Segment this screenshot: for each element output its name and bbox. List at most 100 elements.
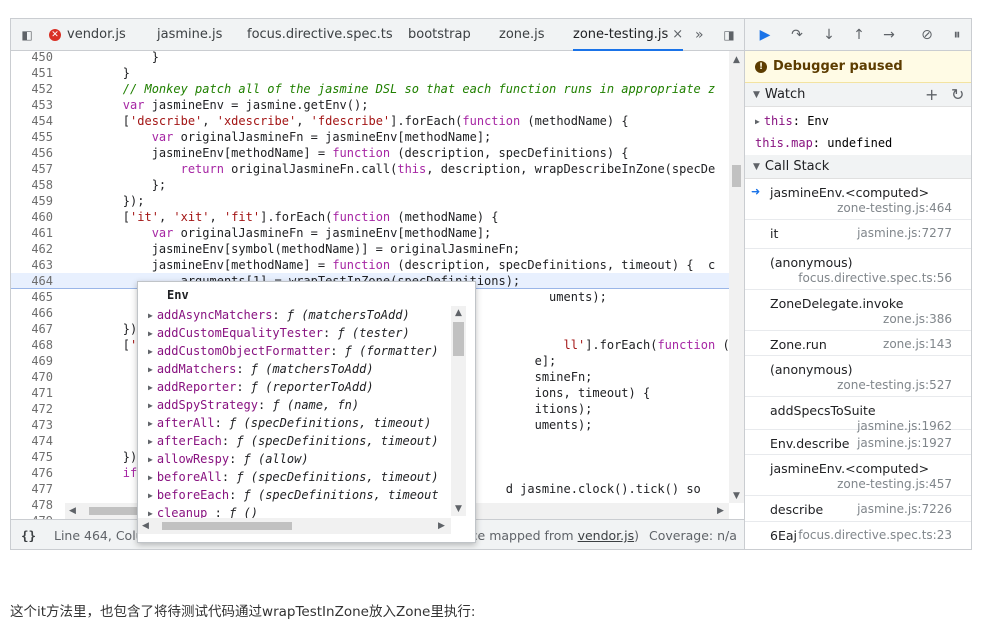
editor-vertical-scrollbar[interactable]: ▲ ▼: [729, 51, 744, 503]
popover-property-row[interactable]: ▶ allowRespy: ƒ (allow): [148, 450, 448, 468]
line-number[interactable]: 474: [11, 433, 53, 449]
line-number[interactable]: 454: [11, 113, 53, 129]
code-line[interactable]: 455 var originalJasmineFn = jasmineEnv[m…: [11, 129, 744, 145]
line-number[interactable]: 465: [11, 289, 53, 305]
line-number[interactable]: 456: [11, 145, 53, 161]
popover-property-row[interactable]: ▶ beforeEach: ƒ (specDefinitions, timeout: [148, 486, 448, 504]
pretty-print-button[interactable]: {}: [21, 520, 36, 549]
scroll-down-icon[interactable]: ▼: [455, 504, 462, 514]
call-stack-frame[interactable]: describe jasmine.js:7226: [745, 496, 971, 522]
frame-location[interactable]: focus.directive.spec.ts:56: [798, 271, 952, 285]
popover-property-row[interactable]: ▶ addSpyStrategy: ƒ (name, fn): [148, 396, 448, 414]
line-number[interactable]: 466: [11, 305, 53, 321]
line-number[interactable]: 451: [11, 65, 53, 81]
frame-location[interactable]: zone-testing.js:464: [837, 201, 952, 215]
call-stack-frame[interactable]: ➜ jasmineEnv.<computed> zone-testing.js:46…: [745, 179, 971, 220]
frame-location[interactable]: focus.directive.spec.ts:23: [798, 528, 952, 542]
step-over-icon[interactable]: ↷: [787, 25, 807, 45]
call-stack-frame[interactable]: ZoneDelegate.invoke zone.js:386: [745, 290, 971, 331]
line-number[interactable]: 452: [11, 81, 53, 97]
call-stack-frame[interactable]: jasmineEnv.<computed> zone-testing.js:457: [745, 455, 971, 496]
editor-vertical-scroll-thumb[interactable]: [732, 165, 741, 187]
popover-property-row[interactable]: ▶ addAsyncMatchers: ƒ (matchersToAdd): [148, 306, 448, 324]
call-stack-frame[interactable]: Zone.run zone.js:143: [745, 331, 971, 356]
code-line[interactable]: 457 return originalJasmineFn.call(this, …: [11, 161, 744, 177]
line-number[interactable]: 462: [11, 241, 53, 257]
popover-property-row[interactable]: ▶ addCustomObjectFormatter: ƒ (formatter): [148, 342, 448, 360]
refresh-watch-button[interactable]: ↻: [951, 83, 964, 107]
expand-triangle-icon[interactable]: ▶: [148, 473, 153, 482]
tab-4[interactable]: zone.js: [499, 19, 545, 51]
code-line[interactable]: 456 jasmineEnv[methodName] = function (d…: [11, 145, 744, 161]
expand-triangle-icon[interactable]: ▶: [148, 509, 153, 518]
call-stack-frame[interactable]: addSpecsToSuite jasmine.js:1962: [745, 397, 971, 433]
popover-vertical-scrollbar[interactable]: ▲ ▼: [451, 306, 466, 516]
watch-expression[interactable]: ▶ this: Env: [755, 111, 829, 131]
expand-triangle-icon[interactable]: ▶: [148, 437, 153, 446]
expand-triangle-icon[interactable]: ▶: [148, 383, 153, 392]
code-line[interactable]: 454 ['describe', 'xdescribe', 'fdescribe…: [11, 113, 744, 129]
close-icon[interactable]: ×: [672, 27, 683, 42]
line-number[interactable]: 461: [11, 225, 53, 241]
call-stack-frame[interactable]: (anonymous) focus.directive.spec.ts:56: [745, 249, 971, 290]
expand-triangle-icon[interactable]: ▶: [148, 455, 153, 464]
line-number[interactable]: 460: [11, 209, 53, 225]
code-line[interactable]: 459 });: [11, 193, 744, 209]
expand-triangle-icon[interactable]: ▶: [148, 365, 153, 374]
code-line[interactable]: 463 jasmineEnv[methodName] = function (d…: [11, 257, 744, 273]
toggle-navigator-icon[interactable]: ◧: [19, 27, 35, 43]
scroll-down-icon[interactable]: ▼: [733, 491, 740, 501]
tab-5[interactable]: zone-testing.js ×: [573, 19, 684, 51]
code-line[interactable]: 461 var originalJasmineFn = jasmineEnv[m…: [11, 225, 744, 241]
popover-property-row[interactable]: ▶ addReporter: ƒ (reporterToAdd): [148, 378, 448, 396]
tab-0[interactable]: ✕ vendor.js: [49, 19, 126, 51]
popover-horizontal-scroll-thumb[interactable]: [162, 522, 292, 530]
popover-property-row[interactable]: ▶ afterAll: ƒ (specDefinitions, timeout): [148, 414, 448, 432]
line-number[interactable]: 472: [11, 401, 53, 417]
call-stack-frame[interactable]: (anonymous) zone-testing.js:527: [745, 356, 971, 397]
scroll-right-icon[interactable]: ▶: [438, 521, 445, 531]
expand-triangle-icon[interactable]: ▶: [148, 491, 153, 500]
expand-triangle-icon[interactable]: ▶: [148, 401, 153, 410]
code-line[interactable]: 451 }: [11, 65, 744, 81]
popover-property-row[interactable]: ▶ beforeAll: ƒ (specDefinitions, timeout): [148, 468, 448, 486]
code-line[interactable]: 460 ['it', 'xit', 'fit'].forEach(functio…: [11, 209, 744, 225]
add-watch-button[interactable]: +: [925, 83, 938, 107]
line-number[interactable]: 464: [11, 273, 53, 289]
line-number[interactable]: 453: [11, 97, 53, 113]
code-line[interactable]: 452 // Monkey patch all of the jasmine D…: [11, 81, 744, 97]
tab-overflow-button[interactable]: »: [695, 19, 704, 51]
scroll-up-icon[interactable]: ▲: [733, 55, 740, 65]
line-number[interactable]: 476: [11, 465, 53, 481]
call-stack-frame[interactable]: Env.describe jasmine.js:1927: [745, 430, 971, 455]
expand-triangle-icon[interactable]: ▶: [148, 347, 153, 356]
popover-property-row[interactable]: ▶ afterEach: ƒ (specDefinitions, timeout): [148, 432, 448, 450]
call-stack-frame[interactable]: 6Eaj focus.directive.spec.ts:23: [745, 522, 971, 549]
toggle-debugger-icon[interactable]: ◨: [721, 27, 737, 43]
call-stack-frame[interactable]: it jasmine.js:7277: [745, 220, 971, 249]
popover-scroll-thumb[interactable]: [453, 322, 464, 356]
pause-on-exceptions-icon[interactable]: ⏸: [947, 25, 967, 45]
line-number[interactable]: 469: [11, 353, 53, 369]
line-number[interactable]: 463: [11, 257, 53, 273]
expand-triangle-icon[interactable]: ▶: [148, 419, 153, 428]
line-number[interactable]: 471: [11, 385, 53, 401]
popover-property-row[interactable]: ▶ addCustomEqualityTester: ƒ (tester): [148, 324, 448, 342]
frame-location[interactable]: jasmine.js:7226: [857, 502, 952, 516]
code-line[interactable]: 458 };: [11, 177, 744, 193]
resume-icon[interactable]: ▶: [755, 25, 775, 45]
line-number[interactable]: 468: [11, 337, 53, 353]
line-number[interactable]: 455: [11, 129, 53, 145]
tab-3[interactable]: bootstrap: [408, 19, 471, 51]
scroll-right-icon[interactable]: ▶: [717, 506, 724, 516]
line-number[interactable]: 458: [11, 177, 53, 193]
code-line[interactable]: 450 }: [11, 51, 744, 65]
line-number[interactable]: 473: [11, 417, 53, 433]
expand-triangle-icon[interactable]: ▶: [148, 311, 153, 320]
step-icon[interactable]: →: [879, 25, 899, 45]
line-number[interactable]: 467: [11, 321, 53, 337]
frame-location[interactable]: zone-testing.js:457: [837, 477, 952, 491]
line-number[interactable]: 459: [11, 193, 53, 209]
deactivate-breakpoints-icon[interactable]: ⊘: [917, 25, 937, 45]
frame-location[interactable]: zone.js:143: [883, 337, 952, 351]
